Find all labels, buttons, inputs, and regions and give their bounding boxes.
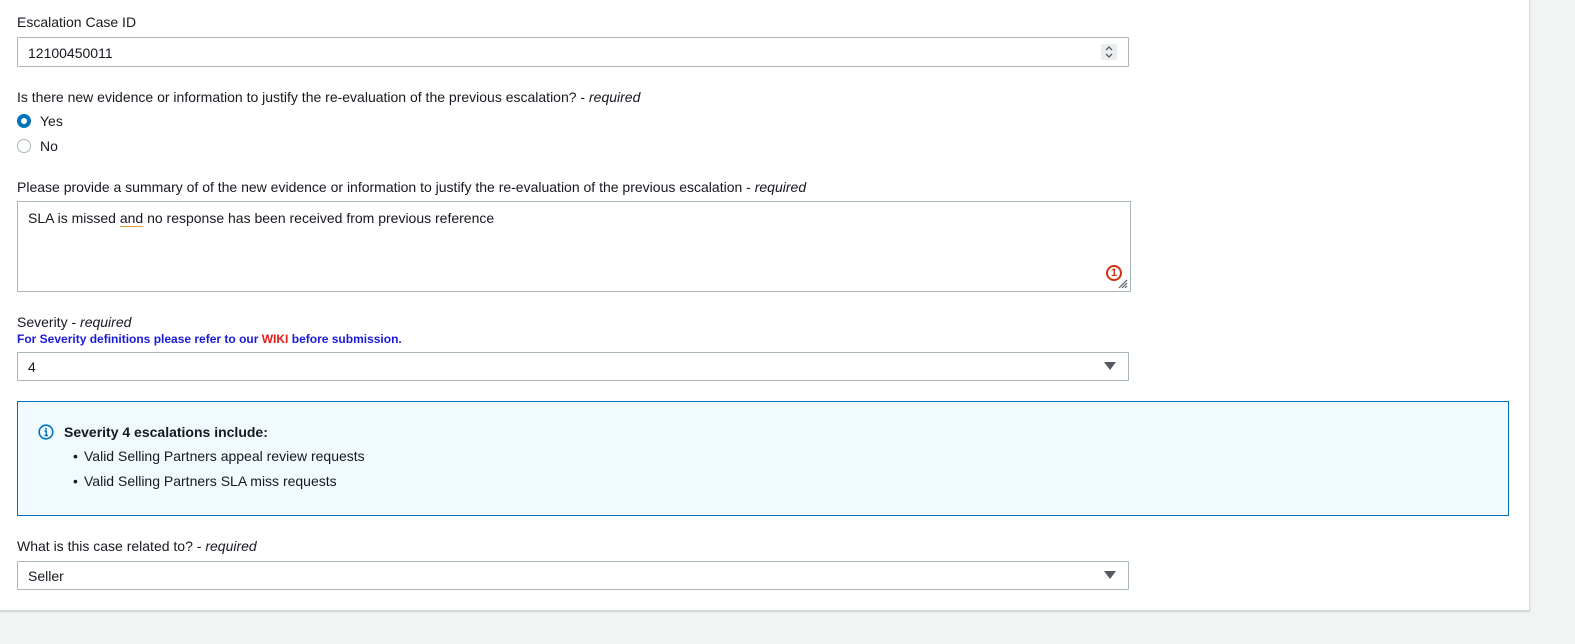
related-to-value: Seller (28, 568, 64, 584)
new-evidence-label: Is there new evidence or information to … (17, 89, 641, 105)
info-list: Valid Selling Partners appeal review req… (73, 448, 365, 498)
wiki-link[interactable]: WIKI (262, 332, 289, 346)
list-item: Valid Selling Partners appeal review req… (73, 448, 365, 473)
severity-label: Severity - required (17, 314, 132, 330)
radio-yes-label[interactable]: Yes (40, 113, 63, 129)
summary-textarea[interactable]: SLA is missed and no response has been r… (17, 201, 1131, 292)
spellcheck-flagged-word[interactable]: and (120, 210, 143, 226)
case-id-label: Escalation Case ID (17, 14, 137, 30)
radio-no-label[interactable]: No (40, 138, 58, 154)
info-icon (38, 424, 54, 440)
case-id-value: 12100450011 (28, 45, 113, 61)
related-to-label: What is this case related to? - required (17, 538, 257, 554)
caret-down-icon (1104, 571, 1116, 579)
severity-select[interactable]: 4 (17, 352, 1129, 381)
required-marker: required (589, 89, 641, 105)
form-panel: Escalation Case ID 12100450011 Is there … (0, 0, 1530, 611)
required-marker: required (80, 314, 132, 330)
radio-no-button[interactable] (17, 139, 31, 153)
number-spinner[interactable] (1101, 44, 1117, 60)
radio-yes-button[interactable] (17, 114, 31, 128)
severity-info-box: Severity 4 escalations include: Valid Se… (17, 401, 1509, 516)
summary-value: SLA is missed and no response has been r… (28, 210, 495, 226)
severity-hint: For Severity definitions please refer to… (17, 332, 402, 346)
list-item: Valid Selling Partners SLA miss requests (73, 473, 365, 498)
resize-grip-icon[interactable] (1116, 277, 1128, 289)
summary-label: Please provide a summary of of the new e… (17, 179, 807, 195)
info-title: Severity 4 escalations include: (64, 424, 268, 440)
required-marker: required (754, 179, 807, 195)
related-to-select[interactable]: Seller (17, 561, 1129, 590)
required-marker: required (205, 538, 257, 554)
spinner-arrows-icon (1105, 46, 1113, 58)
caret-down-icon (1104, 362, 1116, 370)
case-id-input[interactable]: 12100450011 (17, 37, 1129, 67)
severity-value: 4 (28, 359, 36, 375)
